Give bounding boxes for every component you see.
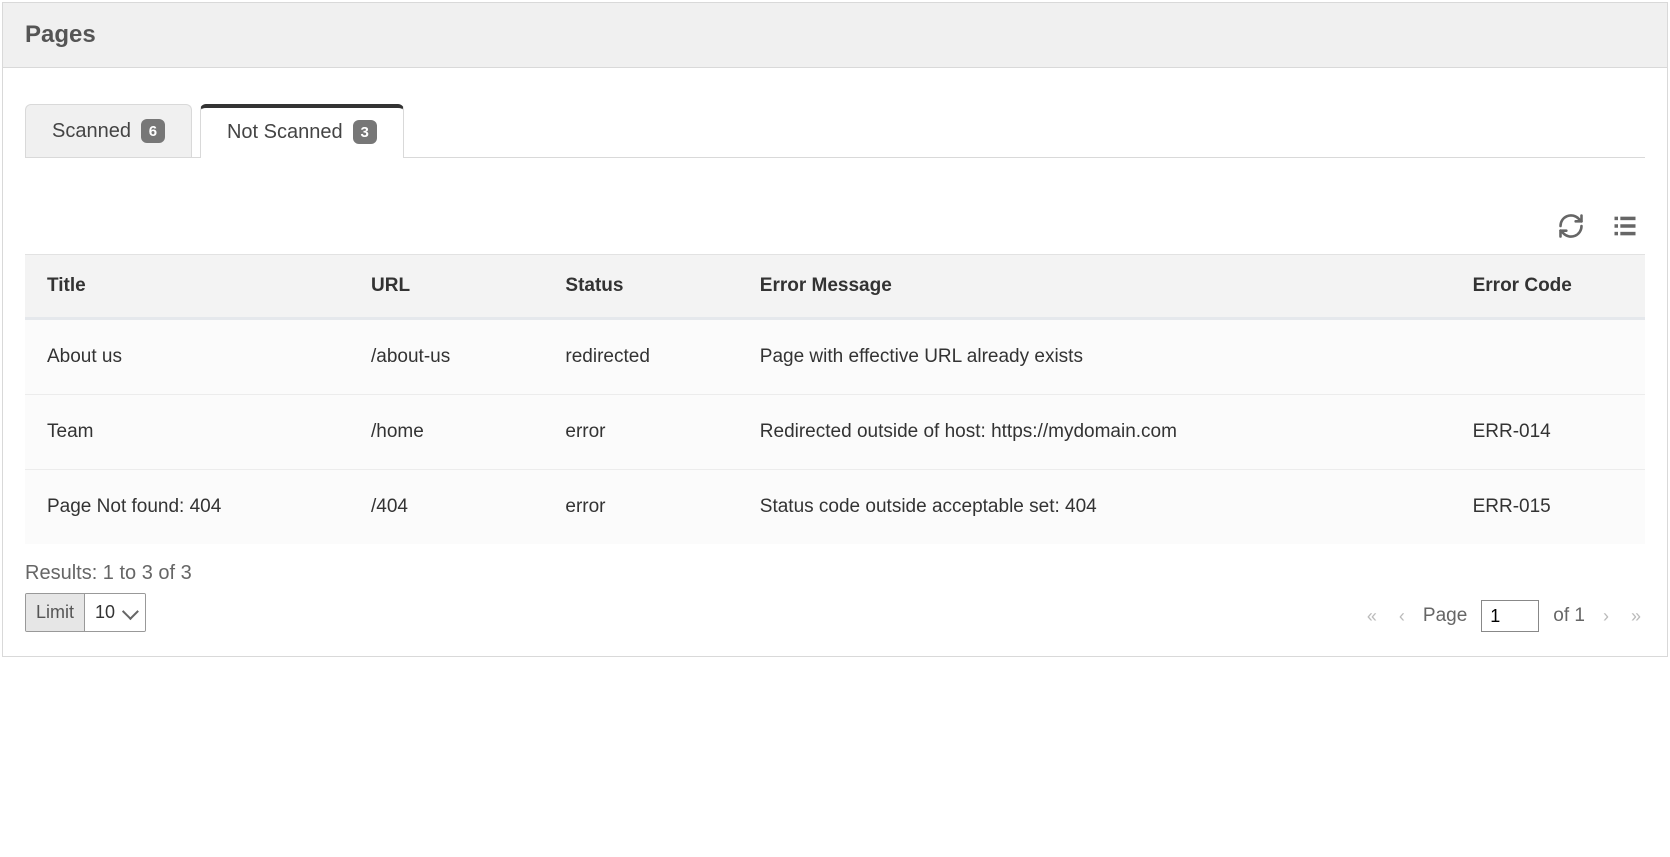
tab-badge: 6 [141,119,165,143]
cell-message: Page with effective URL already exists [738,319,1451,395]
cell-code [1451,319,1645,395]
pages-panel: Pages Scanned 6 Not Scanned 3 [2,2,1668,657]
table-row[interactable]: About us /about-us redirected Page with … [25,319,1645,395]
table-toolbar [25,158,1645,254]
page-input[interactable] [1481,600,1539,632]
cell-url: /about-us [349,319,543,395]
tab-label: Scanned [52,120,131,143]
results-count: Results: 1 to 3 of 3 [25,562,192,585]
cell-status: error [543,470,737,545]
pagination: « ‹ Page of 1 › » [1363,600,1645,632]
page-of-label: of 1 [1553,605,1585,627]
tab-scanned[interactable]: Scanned 6 [25,104,192,157]
cell-message: Redirected outside of host: https://mydo… [738,395,1451,470]
limit-value: 10 [95,602,115,623]
cell-status: redirected [543,319,737,395]
cell-status: error [543,395,737,470]
tab-badge: 3 [353,120,377,144]
chevron-down-icon [122,603,139,620]
next-page-button[interactable]: › [1599,604,1613,629]
limit-select[interactable]: 10 [85,594,145,631]
refresh-icon[interactable] [1557,212,1585,240]
cell-url: /home [349,395,543,470]
cell-title: Page Not found: 404 [25,470,349,545]
cell-code: ERR-015 [1451,470,1645,545]
panel-body: Scanned 6 Not Scanned 3 [3,104,1667,656]
cell-message: Status code outside acceptable set: 404 [738,470,1451,545]
col-title[interactable]: Title [25,255,349,319]
tab-not-scanned[interactable]: Not Scanned 3 [200,104,404,158]
table-row[interactable]: Page Not found: 404 /404 error Status co… [25,470,1645,545]
footer-left: Results: 1 to 3 of 3 Limit 10 [25,562,192,632]
table-header-row: Title URL Status Error Message Error Cod… [25,255,1645,319]
cell-url: /404 [349,470,543,545]
col-status[interactable]: Status [543,255,737,319]
results-table: Title URL Status Error Message Error Cod… [25,254,1645,544]
table-row[interactable]: Team /home error Redirected outside of h… [25,395,1645,470]
page-label: Page [1423,605,1467,627]
table-footer: Results: 1 to 3 of 3 Limit 10 « ‹ Page o… [25,562,1645,632]
cell-code: ERR-014 [1451,395,1645,470]
limit-group: Limit 10 [25,593,146,632]
cell-title: About us [25,319,349,395]
first-page-button[interactable]: « [1363,604,1381,629]
cell-title: Team [25,395,349,470]
panel-title: Pages [3,3,1667,68]
col-error-code[interactable]: Error Code [1451,255,1645,319]
prev-page-button[interactable]: ‹ [1395,604,1409,629]
col-error-message[interactable]: Error Message [738,255,1451,319]
tab-label: Not Scanned [227,121,343,144]
list-icon[interactable] [1611,212,1639,240]
tabs: Scanned 6 Not Scanned 3 [25,104,1645,158]
limit-label: Limit [26,594,85,631]
col-url[interactable]: URL [349,255,543,319]
last-page-button[interactable]: » [1627,604,1645,629]
